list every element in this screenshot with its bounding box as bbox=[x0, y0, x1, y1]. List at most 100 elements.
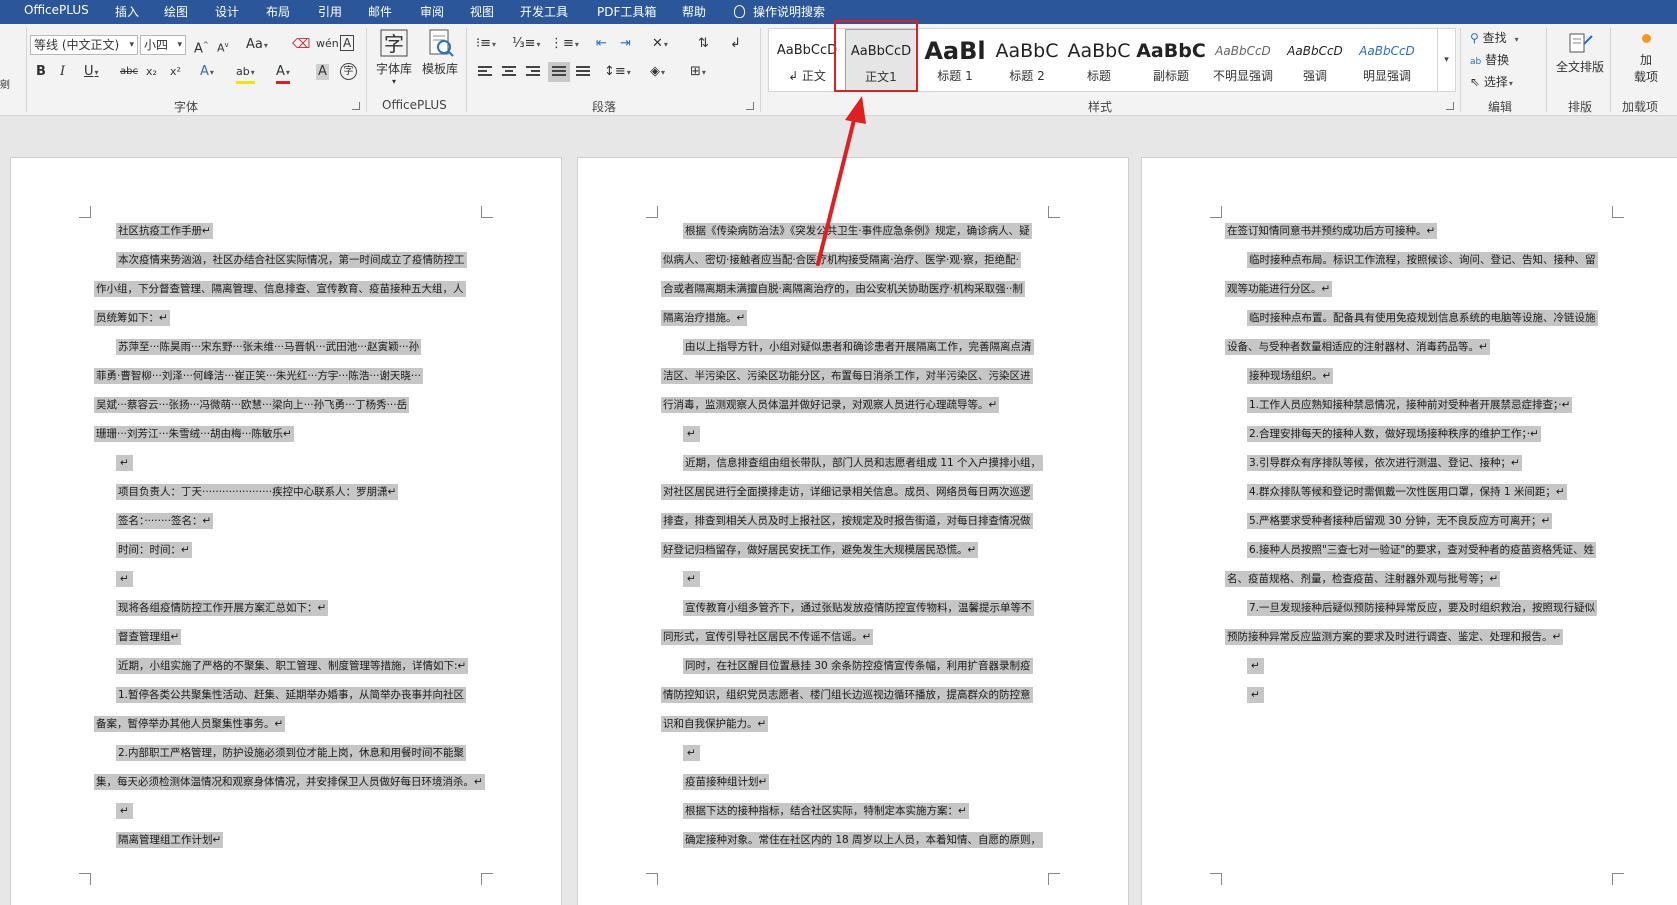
multilevel-list-icon[interactable]: ⋮≡▾ bbox=[550, 36, 579, 53]
align-center-icon[interactable] bbox=[502, 66, 516, 78]
styles-dialog-launcher-icon[interactable] bbox=[1446, 102, 1454, 110]
full-text-layout-button[interactable]: 全文排版 bbox=[1552, 30, 1608, 75]
paragraph-line[interactable]: 疫苗接种组计划↵ bbox=[661, 771, 770, 793]
empty-paragraph[interactable]: ↵ bbox=[94, 452, 133, 474]
paragraph-line[interactable]: 备案，暂停举办其他人员聚集性事务。↵ bbox=[94, 713, 286, 735]
gallery-more-icon[interactable]: ▾ bbox=[1437, 29, 1455, 91]
tab-view[interactable]: 视图 bbox=[470, 3, 494, 20]
paragraph-line[interactable]: 1.暂停各类公共聚集性活动、赶集、延期举办婚事，从简举办丧事并向社区 bbox=[94, 684, 467, 706]
tab-design[interactable]: 设计 bbox=[215, 3, 239, 20]
empty-paragraph[interactable]: ↵ bbox=[1225, 655, 1264, 677]
empty-paragraph[interactable]: ↵ bbox=[1225, 684, 1264, 706]
tab-draw[interactable]: 绘图 bbox=[164, 3, 188, 20]
paragraph-line[interactable]: 对社区居民进行全面摸排走访，详细记录相关信息。成员、网络员每日两次巡逻 bbox=[661, 481, 1033, 503]
tab-officeplus[interactable]: OfficePLUS bbox=[24, 3, 89, 17]
document-area[interactable]: 社区抗疫工作手册↵ 本次疫情来势汹汹，社区办结合社区实际情况，第一时间成立了疫情防… bbox=[0, 117, 1677, 905]
paragraph-line[interactable]: 珊珊···刘芳江···朱雪绒···胡由梅···陈敏乐↵ bbox=[94, 423, 294, 445]
borders-icon[interactable]: ⊞▾ bbox=[690, 64, 706, 81]
tab-help[interactable]: 帮助 bbox=[682, 3, 706, 20]
paragraph-line[interactable]: 同形式，宣传引导社区居民不传谣不信谣。↵ bbox=[661, 626, 874, 648]
style-intense-emphasis[interactable]: AaBbCcD 明显强调 bbox=[1351, 29, 1423, 91]
paragraph-line[interactable]: 作小组，下分督查管理、隔离管理、信息排查、宣传教育、疫苗接种五大组，人 bbox=[94, 278, 466, 300]
phonetic-guide-icon[interactable]: wén bbox=[316, 36, 339, 52]
paragraph-line[interactable]: 社区抗疫工作手册↵ bbox=[94, 220, 213, 242]
sort-icon[interactable]: ⇅ bbox=[698, 36, 709, 52]
paragraph-line[interactable]: 好登记归档留存，做好居民安抚工作，避免发生大规模居民恐慌。↵ bbox=[661, 539, 979, 561]
paragraph-line[interactable]: 现将各组疫情防控工作开展方案汇总如下：↵ bbox=[94, 597, 329, 619]
paragraph-line[interactable]: 排查，排查到相关人员及时上报社区，按规定及时报告街道，对每日排查情况做 bbox=[661, 510, 1033, 532]
italic-button[interactable]: I bbox=[60, 64, 65, 80]
tab-mailings[interactable]: 邮件 bbox=[368, 3, 392, 20]
font-size-combo[interactable]: 小四 ▾ bbox=[140, 35, 186, 55]
select-button[interactable]: ⇖ 选择▾ bbox=[1470, 74, 1513, 92]
shading-icon[interactable]: ◈▾ bbox=[650, 64, 665, 81]
style-emphasis[interactable]: AaBbCcD 强调 bbox=[1279, 29, 1351, 91]
paragraph-line[interactable]: 观等功能进行分区。↵ bbox=[1225, 278, 1333, 300]
tab-developer[interactable]: 开发工具 bbox=[520, 3, 568, 20]
paragraph-line[interactable]: 2.合理安排每天的接种人数，做好现场接种秩序的维护工作；·↵ bbox=[1225, 423, 1541, 445]
empty-paragraph[interactable]: ↵ bbox=[661, 568, 700, 590]
empty-paragraph[interactable]: ↵ bbox=[661, 742, 700, 764]
tab-review[interactable]: 审阅 bbox=[420, 3, 444, 20]
document-page[interactable]: 根据《传染病防治法》《突发公共卫生·事件应急条例》规定，确诊病人、疑 似病人、密切… bbox=[577, 157, 1129, 905]
document-page[interactable]: 社区抗疫工作手册↵ 本次疫情来势汹汹，社区办结合社区实际情况，第一时间成立了疫情防… bbox=[10, 157, 562, 905]
underline-button[interactable]: U▾ bbox=[84, 64, 99, 81]
paragraph-line[interactable]: 项目负责人：丁天·····················疾控中心联系人：罗朋潇… bbox=[94, 481, 399, 503]
style-normal[interactable]: AaBbCcD ↲ 正文 bbox=[771, 29, 843, 91]
subscript-button[interactable]: x₂ bbox=[146, 64, 157, 80]
tell-me-search[interactable]: 操作说明搜索 bbox=[734, 3, 825, 20]
enclose-characters-button[interactable]: 字 bbox=[340, 63, 357, 80]
decrease-indent-icon[interactable]: ⇤ bbox=[596, 36, 607, 52]
numbering-icon[interactable]: ⅓≡▾ bbox=[512, 36, 541, 53]
paragraph-line[interactable]: 隔离治疗措施。↵ bbox=[661, 307, 748, 329]
tab-insert[interactable]: 插入 bbox=[115, 3, 139, 20]
paragraph-line[interactable]: 接种现场组织。↵ bbox=[1225, 365, 1334, 387]
paragraph-line[interactable]: 3.引导群众有序排队等候，依次进行测温、登记、接种；↵ bbox=[1225, 452, 1522, 474]
document-page[interactable]: 在签订知情同意书并预约成功后方可接种。↵ 临时接种点布局。标识工作流程，按照候诊、… bbox=[1141, 157, 1677, 905]
paragraph-line[interactable]: 集，每天必须检测体温情况和观察身体情况，并安排保卫人员做好每日环境消杀。↵ bbox=[94, 771, 485, 793]
paragraph-line[interactable]: 确定接种对象。常住在社区内的 18 周岁以上人员，本着知情、自愿的原则， bbox=[661, 829, 1044, 851]
paragraph-line[interactable]: 本次疫情来势汹汹，社区办结合社区实际情况，第一时间成立了疫情防控工 bbox=[94, 249, 467, 271]
add-ins-button[interactable]: 加 载项 bbox=[1618, 30, 1674, 85]
line-spacing-icon[interactable]: ↕≡▾ bbox=[604, 64, 631, 81]
align-right-icon[interactable] bbox=[526, 66, 540, 78]
paragraph-line[interactable]: 洁区、半污染区、污染区功能分区，布置每日消杀工作，对半污染区、污染区进 bbox=[661, 365, 1033, 387]
justify-icon[interactable] bbox=[548, 62, 570, 82]
paragraph-line[interactable]: 由以上指导方针，小组对疑似患者和确诊患者开展隔离工作，完善隔离点清 bbox=[661, 336, 1034, 358]
tab-references[interactable]: 引用 bbox=[318, 3, 342, 20]
paragraph-line[interactable]: 同时，在社区醒目位置悬挂 30 余条防控疫情宣传条幅，利用扩音器录制疫 bbox=[661, 655, 1033, 677]
paragraph-line[interactable]: 似病人、密切·接触者应当配·合医疗机构接受隔离·治疗、医学·观·察，拒绝配· bbox=[661, 249, 1022, 271]
grow-font-icon[interactable]: A^ bbox=[194, 37, 209, 57]
highlight-button[interactable]: ab▾ bbox=[236, 64, 255, 84]
paragraph-line[interactable]: 时间：时间：↵ bbox=[94, 539, 192, 561]
paragraph-line[interactable]: 员统筹如下：↵ bbox=[94, 307, 170, 329]
paragraph-line[interactable]: 签名：········签名：↵ bbox=[94, 510, 214, 532]
style-subtle-emphasis[interactable]: AaBbCcD 不明显强调 bbox=[1207, 29, 1279, 91]
shrink-font-icon[interactable]: Av bbox=[217, 37, 229, 57]
paragraph-line[interactable]: 吴斌···蔡容云···张扬···冯微萌···欧慧···梁向上···孙飞勇···丁… bbox=[94, 394, 410, 416]
text-effects-button[interactable]: A▾ bbox=[200, 64, 214, 81]
paragraph-line[interactable]: 督查管理组↵ bbox=[94, 626, 182, 648]
font-name-combo[interactable]: 等线 (中文正文) ▾ bbox=[30, 35, 138, 55]
distributed-icon[interactable] bbox=[576, 66, 590, 78]
paragraph-line[interactable]: 6.接种人员按照"三查七对一验证"的要求，查对受种者的疫苗资格凭证、姓 bbox=[1225, 539, 1597, 561]
replace-button[interactable]: ab 替换 bbox=[1470, 52, 1509, 70]
template-library-button[interactable]: 模板库 bbox=[418, 28, 462, 77]
font-library-button[interactable]: 字 字体库 ▾ bbox=[372, 28, 416, 86]
empty-paragraph[interactable]: ↵ bbox=[94, 800, 133, 822]
paragraph-line[interactable]: 在签订知情同意书并预约成功后方可接种。↵ bbox=[1225, 220, 1438, 242]
increase-indent-icon[interactable]: ⇥ bbox=[620, 36, 631, 52]
tab-layout[interactable]: 布局 bbox=[266, 3, 290, 20]
change-case-button[interactable]: Aa▾ bbox=[246, 37, 268, 54]
paragraph-line[interactable]: 隔离管理组工作计划↵ bbox=[94, 829, 224, 851]
font-dialog-launcher-icon[interactable] bbox=[352, 102, 360, 110]
paragraph-line[interactable]: 临时接种点布局。标识工作流程，按照候诊、询问、登记、告知、接种、留 bbox=[1225, 249, 1598, 271]
character-border-icon[interactable]: A bbox=[340, 35, 355, 51]
find-button[interactable]: ⚲ 查找 ▾ bbox=[1470, 30, 1519, 48]
paragraph-line[interactable]: 2.内部职工严格管理，防护设施必须到位才能上岗，休息和用餐时间不能聚 bbox=[94, 742, 467, 764]
paragraph-line[interactable]: 宣传教育小组多管齐下，通过张贴发放疫情防控宣传物料，温馨提示单等不 bbox=[661, 597, 1034, 619]
paragraph-line[interactable]: 菲勇·曹智柳···刘泽···何峰洁···崔正笑···朱光红···方宇···陈浩·… bbox=[94, 365, 423, 387]
superscript-button[interactable]: x² bbox=[170, 64, 181, 80]
show-marks-icon[interactable]: ↲ bbox=[730, 36, 741, 52]
paragraph-line[interactable]: 预防接种异常反应监测方案的要求及时进行调查、鉴定、处理和报告。↵ bbox=[1225, 626, 1564, 648]
